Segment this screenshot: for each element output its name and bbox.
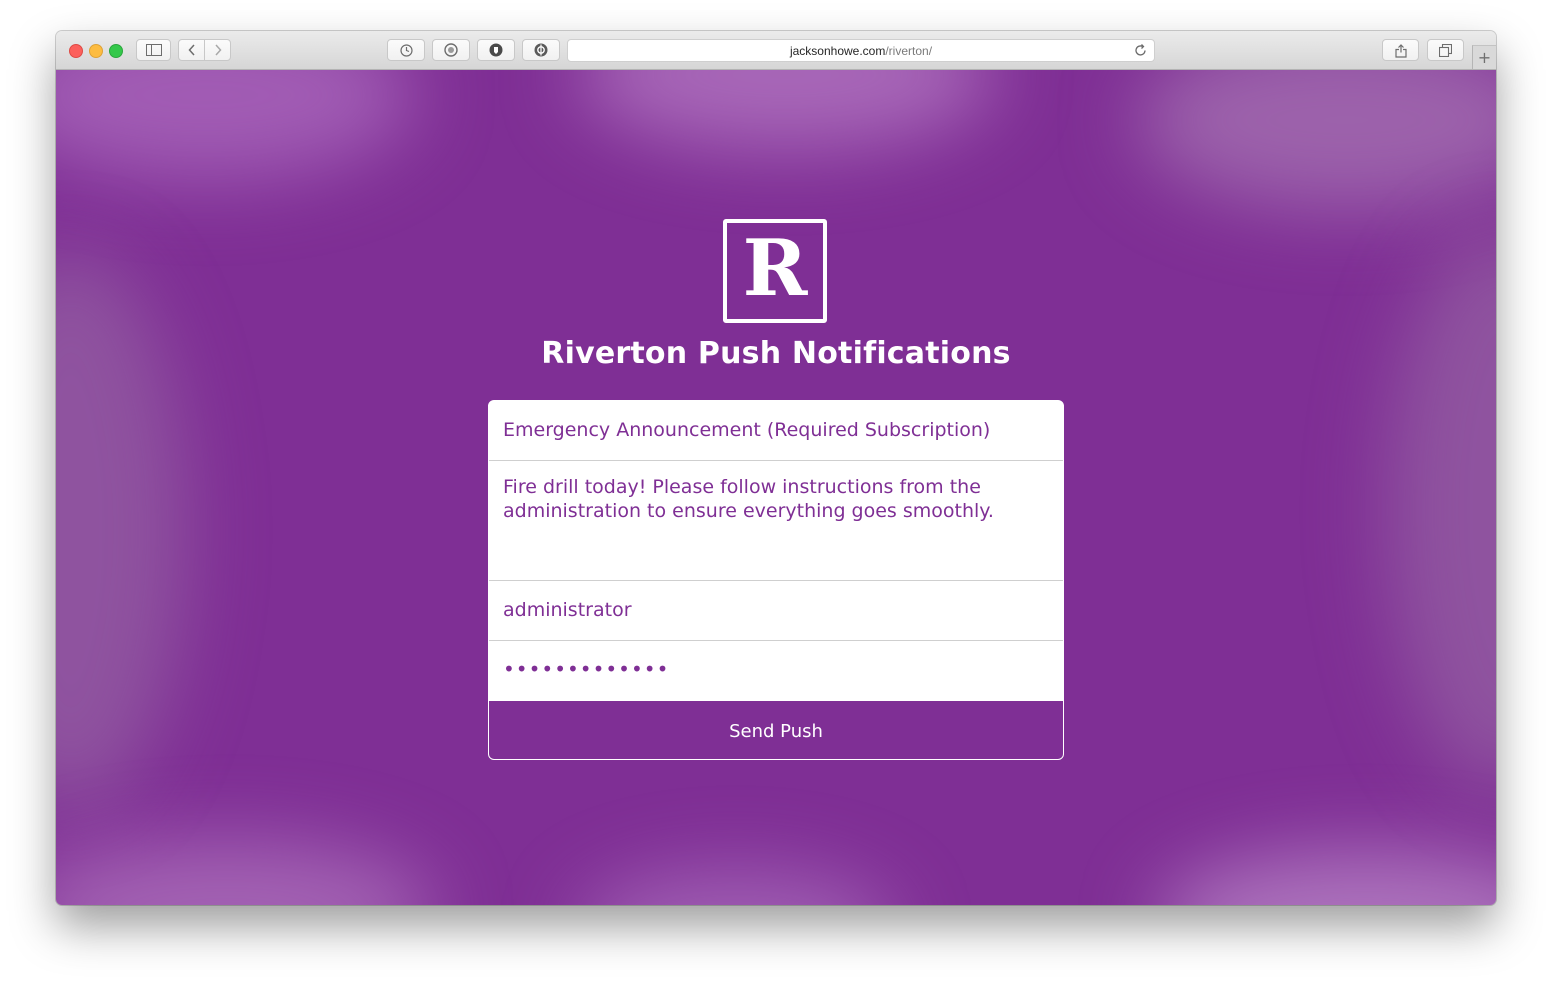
extensions-icon bbox=[534, 43, 548, 57]
logo-letter: R bbox=[742, 223, 808, 314]
background-glow bbox=[576, 870, 896, 905]
url-domain: jacksonhowe.com bbox=[789, 43, 886, 58]
close-window-button[interactable] bbox=[69, 44, 83, 58]
page-title: Riverton Push Notifications bbox=[541, 336, 1011, 371]
password-input[interactable]: ••••••••••••• bbox=[489, 641, 1063, 701]
tabs-overview-button[interactable] bbox=[1427, 39, 1464, 61]
send-push-button[interactable]: Send Push bbox=[489, 701, 1063, 759]
reader-icon bbox=[444, 43, 458, 57]
browser-toolbar: jacksonhowe.com/riverton/ + bbox=[56, 31, 1496, 70]
share-icon bbox=[1394, 43, 1407, 58]
background-glow bbox=[56, 840, 436, 905]
new-tab-icon: + bbox=[1477, 48, 1492, 67]
history-icon bbox=[399, 43, 413, 57]
url-path: /riverton/ bbox=[885, 43, 933, 58]
background-glow bbox=[1136, 70, 1496, 210]
history-button[interactable] bbox=[387, 39, 425, 61]
reader-button[interactable] bbox=[432, 39, 470, 61]
push-notification-form: Emergency Announcement (Required Subscri… bbox=[488, 400, 1064, 760]
back-icon bbox=[187, 44, 195, 56]
background-glow bbox=[56, 250, 186, 810]
subject-select[interactable]: Emergency Announcement (Required Subscri… bbox=[489, 401, 1063, 461]
background-glow bbox=[576, 70, 996, 150]
extensions-button[interactable] bbox=[522, 39, 560, 61]
minimize-window-button[interactable] bbox=[89, 44, 103, 58]
username-input[interactable]: administrator bbox=[489, 581, 1063, 641]
privacy-button[interactable] bbox=[477, 39, 515, 61]
page-content: R Riverton Push Notifications Emergency … bbox=[56, 70, 1496, 905]
privacy-icon bbox=[489, 43, 503, 57]
sidebar-toggle-button[interactable] bbox=[136, 39, 171, 61]
address-bar[interactable]: jacksonhowe.com/riverton/ bbox=[567, 39, 1155, 62]
tabs-icon bbox=[1439, 43, 1452, 57]
share-button[interactable] bbox=[1382, 39, 1419, 61]
background-glow bbox=[1156, 850, 1496, 905]
browser-window: jacksonhowe.com/riverton/ + R Riverton P… bbox=[56, 31, 1496, 905]
zoom-window-button[interactable] bbox=[109, 44, 123, 58]
forward-button[interactable] bbox=[204, 39, 231, 61]
sidebar-icon bbox=[145, 44, 162, 56]
riverton-logo: R bbox=[723, 219, 827, 323]
background-glow bbox=[56, 70, 416, 180]
back-button[interactable] bbox=[178, 39, 205, 61]
reload-icon[interactable] bbox=[1133, 43, 1148, 58]
background-glow bbox=[1386, 230, 1496, 790]
new-tab-button[interactable]: + bbox=[1472, 45, 1496, 69]
forward-icon bbox=[214, 44, 222, 56]
message-textarea[interactable]: Fire drill today! Please follow instruct… bbox=[489, 461, 1063, 581]
